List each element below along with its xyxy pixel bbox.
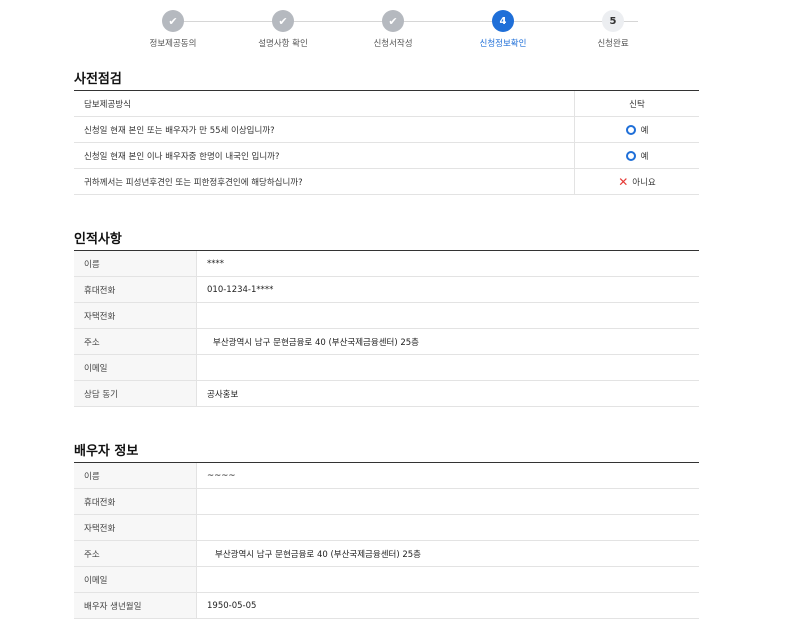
field-value [197,355,699,380]
table-row: 이메일 [74,355,699,381]
table-row: 배우자 생년월일 1950-05-05 [74,593,699,619]
table-row: 휴대전화 010-1234-1**** [74,277,699,303]
step-5-circle: 5 [602,10,624,32]
field-value: 010-1234-1**** [207,284,274,295]
precheck-header-question: 담보제공방식 [84,99,131,110]
x-mark-icon: ✕ [618,174,629,189]
field-value: 공사홍보 [207,389,239,400]
step-3-circle: ✔ [382,10,404,32]
step-2-label: 설명사항 확인 [258,39,308,49]
check-icon: ✔ [168,14,178,28]
circle-o-icon [625,124,636,135]
precheck-answer: 예 [574,143,699,168]
personal-table: 이름 **** 휴대전화 010-1234-1**** 자택전화 주소 부산광역… [74,250,699,407]
step-4-label: 신청정보확인 [479,39,527,49]
field-label: 주소 [74,541,197,566]
field-value: 부산광역시 남구 문현금융로 40 (부산국제금융센터) 25층 [213,337,419,348]
field-label: 휴대전화 [74,489,197,514]
field-label: 배우자 생년월일 [74,593,197,618]
precheck-question: 신청일 현재 본인 또는 배우자가 만 55세 이상입니까? [84,125,275,136]
precheck-question: 귀하께서는 피성년후견인 또는 피한정후견인에 해당하십니까? [84,177,303,188]
step-2: ✔ 설명사항 확인 [228,10,338,49]
table-row: 이름 **** [74,251,699,277]
answer-text: 아니요 [632,177,656,188]
table-row: 이름 ~~~~ [74,463,699,489]
table-row: 휴대전화 [74,489,699,515]
field-label: 상담 동기 [74,381,197,406]
table-row: 신청일 현재 본인 또는 배우자가 만 55세 이상입니까? 예 [74,117,699,143]
table-row: 주소 부산광역시 남구 문현금융로 40 (부산국제금융센터) 25층 [74,329,699,355]
personal-title: 인적사항 [74,232,122,247]
step-3: ✔ 신청서작성 [338,10,448,49]
field-value: 1950-05-05 [207,600,257,611]
field-value [197,303,699,328]
field-label: 이메일 [74,567,197,592]
step-4: 4 신청정보확인 [448,10,558,49]
field-label: 주소 [74,329,197,354]
step-3-label: 신청서작성 [373,39,413,49]
field-value: 부산광역시 남구 문현금융로 40 (부산국제금융센터) 25층 [215,549,421,560]
step-5: 5 신청완료 [558,10,668,49]
precheck-answer: ✕ 아니요 [574,169,699,194]
precheck-table: 담보제공방식 신탁 신청일 현재 본인 또는 배우자가 만 55세 이상입니까?… [74,90,699,195]
step-2-circle: ✔ [272,10,294,32]
precheck-answer: 예 [574,117,699,142]
table-row: 자택전화 [74,515,699,541]
step-1-circle: ✔ [162,10,184,32]
table-row: 귀하께서는 피성년후견인 또는 피한정후견인에 해당하십니까? ✕ 아니요 [74,169,699,195]
field-label: 이름 [74,251,197,276]
answer-text: 예 [640,151,649,162]
progress-stepper: ✔ 정보제공동의 ✔ 설명사항 확인 ✔ 신청서작성 4 신청정보확인 5 신청… [100,10,720,50]
field-value [197,515,699,540]
spouse-title: 배우자 정보 [74,444,139,459]
field-value [197,567,699,592]
field-label: 자택전화 [74,303,197,328]
step-1: ✔ 정보제공동의 [118,10,228,49]
field-value: **** [207,258,224,269]
answer-text: 예 [640,125,649,136]
check-icon: ✔ [388,14,398,28]
table-row: 담보제공방식 신탁 [74,91,699,117]
field-label: 자택전화 [74,515,197,540]
field-label: 휴대전화 [74,277,197,302]
field-value [197,489,699,514]
table-row: 상담 동기 공사홍보 [74,381,699,407]
table-row: 이메일 [74,567,699,593]
table-row: 주소 부산광역시 남구 문현금융로 40 (부산국제금융센터) 25층 [74,541,699,567]
precheck-header-answer: 신탁 [574,91,699,116]
precheck-question: 신청일 현재 본인 이나 배우자중 한명이 내국인 입니까? [84,151,280,162]
step-4-circle: 4 [492,10,514,32]
table-row: 신청일 현재 본인 이나 배우자중 한명이 내국인 입니까? 예 [74,143,699,169]
table-row: 자택전화 [74,303,699,329]
precheck-title: 사전점검 [74,72,122,87]
step-5-label: 신청완료 [597,39,629,49]
check-icon: ✔ [278,14,288,28]
circle-o-icon [625,150,636,161]
spouse-table: 이름 ~~~~ 휴대전화 자택전화 주소 부산광역시 남구 문현금융로 40 (… [74,462,699,619]
field-label: 이메일 [74,355,197,380]
field-value: ~~~~ [207,470,236,481]
field-label: 이름 [74,463,197,488]
step-1-label: 정보제공동의 [149,39,197,49]
